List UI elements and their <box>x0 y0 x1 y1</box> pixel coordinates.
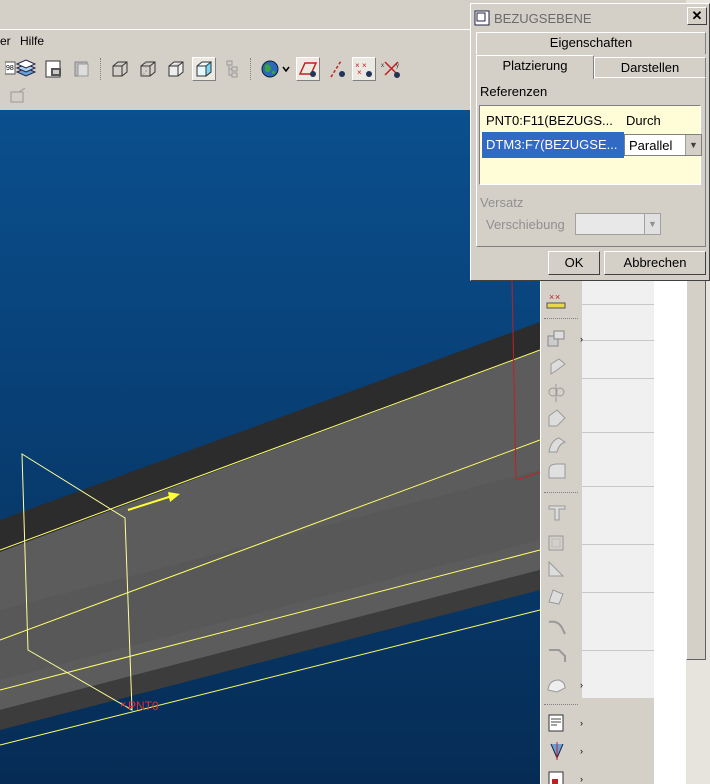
constraint-type-value: Parallel <box>629 138 673 153</box>
surface-tool-icon[interactable]: › <box>545 672 583 698</box>
save-view-icon[interactable] <box>42 57 66 81</box>
ok-button[interactable]: OK <box>548 251 600 275</box>
svg-text:×: × <box>357 68 362 77</box>
tree-row-divider <box>582 304 654 305</box>
tree-row-divider <box>582 592 654 593</box>
feature-toolbar: × × › › › › › <box>540 280 583 784</box>
shading-icon[interactable] <box>192 57 216 81</box>
annotation-icon[interactable] <box>6 84 30 108</box>
tab-properties[interactable]: Eigenschaften <box>476 32 706 54</box>
chevron-down-icon[interactable]: ▼ <box>685 135 701 155</box>
mirror-tool-icon[interactable]: › <box>545 738 583 764</box>
layers-icon[interactable] <box>14 57 38 81</box>
tree-row-divider <box>582 650 654 651</box>
dialog-titlebar[interactable]: BEZUGSEBENE <box>474 7 706 29</box>
datum-plane-display-icon[interactable] <box>296 57 320 81</box>
toolbar-separator <box>544 492 578 493</box>
sweep-tool-icon[interactable] <box>545 380 577 406</box>
constraint-type-select[interactable]: Parallel ▼ <box>624 134 702 156</box>
chevron-down-icon[interactable]: ▼ <box>644 214 660 234</box>
svg-text:98: 98 <box>6 65 14 72</box>
revolve-tool-icon[interactable] <box>545 354 577 380</box>
tree-row-divider <box>582 432 654 433</box>
title-strip <box>0 0 470 30</box>
round-tool-icon[interactable] <box>545 614 577 640</box>
globe-icon[interactable] <box>258 57 282 81</box>
graphics-window[interactable]: × PNT0 <box>0 110 540 784</box>
point-marker: × <box>120 699 126 711</box>
hidden-line-icon[interactable] <box>136 57 160 81</box>
extrude-tool-icon[interactable]: › <box>545 326 583 352</box>
tree-panel <box>654 280 686 784</box>
cancel-button[interactable]: Abbrechen <box>604 251 706 275</box>
toolbar-separator <box>100 58 102 80</box>
no-hidden-icon[interactable] <box>164 57 188 81</box>
menubar: er Hilfe <box>0 30 470 52</box>
reference-type[interactable]: Durch <box>626 113 661 128</box>
blend-tool-icon[interactable] <box>545 406 577 432</box>
datum-plane-dialog: BEZUGSEBENE ✕ Eigenschaften Platzierung … <box>470 3 710 281</box>
svg-text:×: × <box>362 61 367 70</box>
tab-placement[interactable]: Platzierung <box>476 55 594 79</box>
scrollbar-thumb[interactable] <box>686 250 706 660</box>
svg-text:x: x <box>381 63 384 69</box>
menu-item-help[interactable]: Hilfe <box>20 34 44 48</box>
rib-tool-icon[interactable] <box>545 556 577 582</box>
toolbar-separator <box>544 704 578 705</box>
spin-center-icon[interactable] <box>70 57 94 81</box>
references-label: Referenzen <box>480 84 548 99</box>
svg-text:×: × <box>555 292 560 302</box>
model-tree-icon[interactable] <box>220 57 244 81</box>
coordinate-system-display-icon[interactable]: xy <box>380 57 404 81</box>
model-tree[interactable] <box>582 280 654 698</box>
list-item[interactable]: PNT0:F11(BEZUGS... Durch <box>482 108 700 134</box>
svg-text:y: y <box>396 63 399 69</box>
chevron-right-icon[interactable]: › <box>580 746 583 756</box>
pattern-tool-icon[interactable]: › <box>545 766 583 784</box>
translation-select[interactable]: ▼ <box>575 213 661 235</box>
tree-row-divider <box>582 340 654 341</box>
secondary-toolbar <box>0 84 470 110</box>
translation-label: Verschiebung <box>486 217 565 232</box>
chevron-right-icon[interactable]: › <box>580 774 583 784</box>
tree-row-divider <box>582 544 654 545</box>
datum-point-display-icon[interactable]: × × × <box>352 57 376 81</box>
dialog-title: BEZUGSEBENE <box>494 10 592 26</box>
tree-row-divider <box>582 378 654 379</box>
reference-name: DTM3:F7(BEZUGSE... <box>486 137 618 152</box>
boundary-blend-icon[interactable] <box>545 458 577 484</box>
menu-item-partial[interactable]: er <box>0 34 11 48</box>
datum-point-tool-icon[interactable]: × × <box>545 288 577 314</box>
close-button[interactable]: ✕ <box>687 7 707 25</box>
chevron-right-icon[interactable]: › <box>580 718 583 728</box>
shell-tool-icon[interactable] <box>545 530 577 556</box>
offset-label: Versatz <box>480 195 524 210</box>
tree-row-divider <box>582 486 654 487</box>
list-item[interactable]: DTM3:F7(BEZUGSE... Parallel ▼ <box>482 132 702 158</box>
tab-display[interactable]: Darstellen <box>594 57 706 79</box>
model-canvas: × PNT0 <box>0 110 540 784</box>
references-list[interactable]: PNT0:F11(BEZUGS... Durch DTM3:F7(BEZUGSE… <box>479 105 702 185</box>
datum-plane-icon <box>474 10 490 26</box>
chamfer-tool-icon[interactable] <box>545 642 577 668</box>
chevron-down-icon[interactable] <box>280 57 292 81</box>
datum-axis-display-icon[interactable] <box>324 57 348 81</box>
point-label: PNT0 <box>128 699 159 713</box>
toolbar-separator <box>250 58 252 80</box>
hole-tool-icon[interactable] <box>545 500 577 526</box>
copy-tool-icon[interactable]: › <box>545 710 583 736</box>
chevron-right-icon[interactable]: › <box>580 334 583 344</box>
variable-sweep-icon[interactable] <box>545 432 577 458</box>
toolbar-separator <box>544 318 578 319</box>
chevron-right-icon[interactable]: › <box>580 680 583 690</box>
main-toolbar: 98 × × × xy <box>0 54 470 84</box>
draft-tool-icon[interactable] <box>545 584 577 610</box>
reference-name: PNT0:F11(BEZUGS... <box>486 113 613 128</box>
svg-text:×: × <box>549 292 554 302</box>
wireframe-icon[interactable] <box>108 57 132 81</box>
